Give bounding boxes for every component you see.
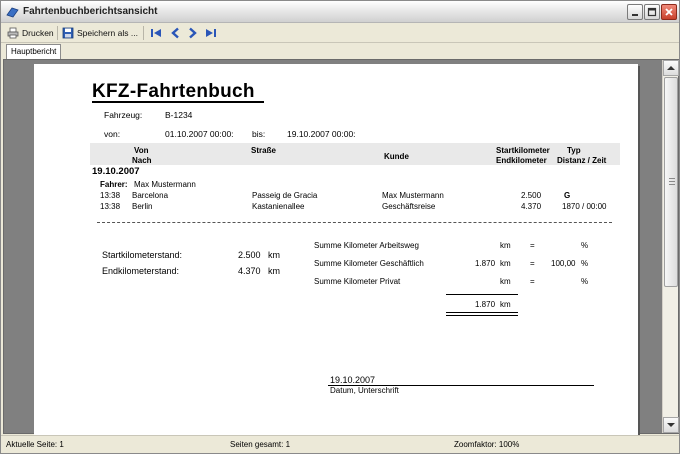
total-unit: km: [500, 300, 511, 309]
column-header-nach: Nach: [132, 156, 152, 165]
row-1-km: 2.500: [521, 191, 542, 200]
signature-label: Datum, Unterschrift: [330, 386, 399, 395]
app-icon: [6, 7, 19, 18]
sum-arbeitsweg-pct-unit: %: [581, 241, 589, 250]
status-zoom: Zoomfaktor: 100%: [454, 440, 520, 449]
row-2-km: 4.370: [521, 202, 542, 211]
sum-geschaeftlich-eq: =: [530, 259, 535, 268]
start-km-unit: km: [268, 250, 280, 260]
sum-geschaeftlich-label: Summe Kilometer Geschäftlich: [314, 259, 424, 268]
toolbar: Drucken Speichern als ...: [1, 23, 679, 43]
status-current-page: Aktuelle Seite: 1: [6, 440, 64, 449]
column-header-distanz: Distanz / Zeit: [557, 156, 607, 165]
sum-rule-double-2: [446, 315, 518, 316]
title-bar: Fahrtenbuchberichtsansicht: [1, 1, 679, 23]
previous-page-icon[interactable]: [169, 27, 181, 39]
sum-geschaeftlich-pct: 100,00: [551, 259, 576, 268]
sum-rule-double-1: [446, 312, 518, 313]
tab-hauptbericht[interactable]: Hauptbericht: [6, 44, 62, 59]
end-km-unit: km: [268, 266, 280, 276]
report-page: KFZ-Fahrtenbuch Fahrzeug: B-1234 von: 01…: [34, 64, 638, 444]
sum-rule-top: [446, 294, 518, 295]
save-as-label: Speichern als ...: [77, 28, 138, 38]
end-km-value: 4.370: [238, 266, 261, 276]
minimize-button[interactable]: [627, 4, 643, 20]
next-page-icon[interactable]: [187, 27, 199, 39]
scrollbar-thumb[interactable]: [664, 77, 678, 287]
minimize-icon: [632, 14, 638, 16]
row-1-customer: Max Mustermann: [382, 191, 444, 200]
sum-arbeitsweg-label: Summe Kilometer Arbeitsweg: [314, 241, 419, 250]
report-viewport: KFZ-Fahrtenbuch Fahrzeug: B-1234 von: 01…: [3, 59, 679, 444]
driver-value: Max Mustermann: [134, 180, 196, 189]
report-title: KFZ-Fahrtenbuch: [92, 81, 255, 102]
column-header-typ: Typ: [567, 146, 581, 155]
print-button[interactable]: Drucken: [7, 26, 54, 40]
row-1-place: Barcelona: [132, 191, 169, 200]
row-2-place: Berlin: [132, 202, 153, 211]
maximize-icon: [647, 7, 657, 17]
sum-privat-unit: km: [500, 277, 511, 286]
sum-privat-label: Summe Kilometer Privat: [314, 277, 401, 286]
arrow-down-icon: [667, 423, 675, 427]
status-total-pages: Seiten gesamt: 1: [230, 440, 291, 449]
column-header-strasse: Straße: [251, 146, 276, 155]
sum-geschaeftlich-pct-unit: %: [581, 259, 589, 268]
column-header-kunde: Kunde: [384, 152, 409, 161]
scroll-up-button[interactable]: [663, 60, 679, 76]
arrow-up-icon: [667, 66, 675, 70]
tab-strip: Hauptbericht: [1, 43, 679, 59]
start-km-label: Startkilometerstand:: [102, 250, 183, 260]
from-value: 01.10.2007 00:00:: [165, 129, 234, 139]
row-1-type: G: [564, 191, 571, 200]
column-header-endkm: Endkilometer: [496, 156, 547, 165]
from-label: von:: [104, 129, 121, 139]
row-2-street: Kastanienallee: [252, 202, 305, 211]
status-bar: Aktuelle Seite: 1 Seiten gesamt: 1 Zoomf…: [1, 435, 679, 453]
report-viewer-window: Fahrtenbuchberichtsansicht Drucken Speic…: [0, 0, 680, 454]
save-as-button[interactable]: Speichern als ...: [62, 26, 138, 40]
vehicle-value: B-1234: [165, 110, 193, 120]
to-label: bis:: [252, 129, 266, 139]
floppy-disk-icon: [62, 27, 74, 39]
print-label: Drucken: [22, 28, 54, 38]
scroll-down-button[interactable]: [663, 417, 679, 433]
column-header-startkm: Startkilometer: [496, 146, 550, 155]
vehicle-label: Fahrzeug:: [104, 110, 143, 120]
row-2-customer: Geschäftsreise: [382, 202, 436, 211]
row-1-street: Passeig de Gracia: [252, 191, 318, 200]
sum-geschaeftlich-unit: km: [500, 259, 511, 268]
scrollbar-grip: [669, 178, 675, 179]
row-2-time: 13:38: [100, 202, 121, 211]
group-date: 19.10.2007: [92, 166, 140, 177]
dotted-separator: [97, 222, 612, 223]
first-page-icon[interactable]: [150, 27, 162, 39]
maximize-button[interactable]: [644, 4, 660, 20]
scrollbar-grip: [669, 181, 675, 182]
row-2-type: 1870 / 00:00: [562, 202, 607, 211]
scrollbar-grip: [669, 184, 675, 185]
sum-arbeitsweg-unit: km: [500, 241, 511, 250]
window-title: Fahrtenbuchberichtsansicht: [23, 6, 158, 17]
to-value: 19.10.2007 00:00:: [287, 129, 356, 139]
vertical-scrollbar[interactable]: [662, 60, 679, 433]
toolbar-separator: [57, 26, 58, 40]
driver-label: Fahrer:: [100, 180, 128, 189]
total-value: 1.870: [475, 300, 496, 309]
close-icon: [665, 8, 673, 16]
last-page-icon[interactable]: [205, 27, 217, 39]
sum-privat-pct-unit: %: [581, 277, 589, 286]
start-km-value: 2.500: [238, 250, 261, 260]
title-underline: [92, 101, 264, 103]
toolbar-separator: [143, 26, 144, 40]
end-km-label: Endkilometerstand:: [102, 266, 180, 276]
column-header-von: Von: [134, 146, 149, 155]
sum-privat-eq: =: [530, 277, 535, 286]
row-1-time: 13:38: [100, 191, 121, 200]
sum-geschaeftlich-value: 1.870: [475, 259, 496, 268]
signature-date: 19.10.2007: [330, 375, 376, 385]
printer-icon: [7, 27, 19, 39]
sum-arbeitsweg-eq: =: [530, 241, 535, 250]
close-button[interactable]: [661, 4, 677, 20]
